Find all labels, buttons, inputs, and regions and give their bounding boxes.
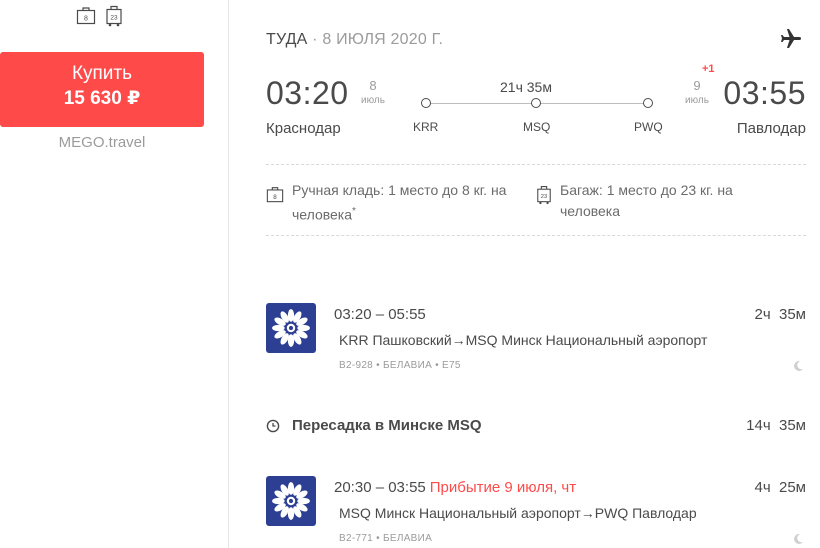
flight-date: 8 ИЮЛЯ 2020 Г.	[322, 31, 444, 48]
flight-details: ТУДА · 8 ИЮЛЯ 2020 Г. 03:20 8 июль Красн…	[230, 0, 820, 548]
baggage-summary: 8 23	[76, 5, 123, 27]
vendor-name: MEGO.travel	[58, 134, 146, 151]
route-stop-dot	[643, 98, 653, 108]
hand-luggage-icon: 8	[266, 187, 284, 203]
segment-time-range: 03:20 – 05:55	[334, 306, 426, 323]
departure-city: Краснодар	[266, 120, 341, 137]
night-moon-icon	[794, 360, 803, 371]
route-code-origin: KRR	[413, 120, 439, 134]
airline-logo	[266, 476, 316, 526]
checked-baggage-icon: 23	[106, 5, 122, 27]
departure-month: июль	[361, 95, 385, 106]
layover-text: Пересадка в Минске MSQ	[292, 417, 482, 434]
route-code-destination: PWQ	[634, 120, 663, 134]
segment-route: KRR Пашковский→MSQ Минск Национальный аэ…	[339, 332, 708, 348]
total-duration: 21ч 35м	[500, 79, 552, 95]
day-offset-badge: +1	[702, 63, 715, 75]
buy-button[interactable]: Купить 15 630 ₽	[0, 52, 204, 127]
segment-duration: 2ч 35м	[754, 306, 807, 323]
direction-label: ТУДА	[266, 31, 308, 48]
route-code-transfer: MSQ	[523, 120, 551, 134]
divider	[266, 235, 806, 236]
departure-time: 03:20	[266, 75, 349, 111]
svg-text:8: 8	[84, 16, 88, 23]
hand-luggage-text: Ручная кладь: 1 место до 8 кг. на челове…	[292, 182, 507, 223]
checked-baggage-text: Багаж: 1 место до 23 кг. на человека	[560, 182, 733, 219]
hand-luggage-info: 8 Ручная кладь: 1 место до 8 кг. на чело…	[266, 180, 526, 226]
clock-icon	[266, 419, 280, 433]
night-moon-icon	[794, 533, 803, 544]
segment-time-range: 20:30 – 03:55	[334, 479, 426, 496]
segment-times: 20:30 – 03:55 Прибытие 9 июля, чт	[334, 479, 576, 496]
arrival-city: Павлодар	[736, 120, 806, 137]
airplane-icon	[781, 29, 801, 48]
checked-baggage-info: 23 Багаж: 1 место до 23 кг. на человека	[536, 180, 776, 222]
arrival-note: Прибытие 9 июля, чт	[429, 479, 577, 496]
airline-logo	[266, 303, 316, 353]
svg-text:23: 23	[110, 15, 118, 22]
svg-text:23: 23	[541, 194, 547, 200]
footnote-mark: *	[352, 206, 356, 217]
cornflower-logo-icon	[272, 309, 310, 347]
departure-day: 8	[369, 78, 377, 93]
buy-button-label: Купить	[71, 63, 133, 84]
hand-luggage-icon: 8	[76, 7, 96, 25]
arrival-date: 9 июль	[685, 78, 709, 107]
cornflower-logo-icon	[272, 482, 310, 520]
departure-date: 8 июль	[361, 78, 385, 107]
segment-route: MSQ Минск Национальный аэропорт→PWQ Павл…	[339, 505, 697, 521]
direction-date: ТУДА · 8 ИЮЛЯ 2020 Г.	[266, 31, 443, 49]
arrival-day: 9	[693, 78, 701, 93]
arrival-time: 03:55	[723, 75, 806, 111]
arrival-month: июль	[685, 95, 709, 106]
layover-duration: 14ч 35м	[746, 417, 806, 434]
segment-times: 03:20 – 05:55	[334, 306, 430, 323]
price: 15 630 ₽	[63, 88, 141, 109]
segment-duration: 4ч 25м	[754, 479, 807, 496]
offer-panel: 8 23 Купить 15 630 ₽ MEGO.travel	[0, 0, 229, 548]
checked-baggage-icon: 23	[537, 186, 551, 205]
route-stop-dot	[531, 98, 541, 108]
segment-meta: B2-928 • БЕЛАВИА • E75	[339, 360, 461, 371]
divider	[266, 164, 806, 165]
segment-meta: B2-771 • БЕЛАВИА	[339, 533, 433, 544]
svg-text:8: 8	[273, 194, 277, 201]
route-stop-dot	[421, 98, 431, 108]
date-separator: ·	[307, 31, 323, 48]
